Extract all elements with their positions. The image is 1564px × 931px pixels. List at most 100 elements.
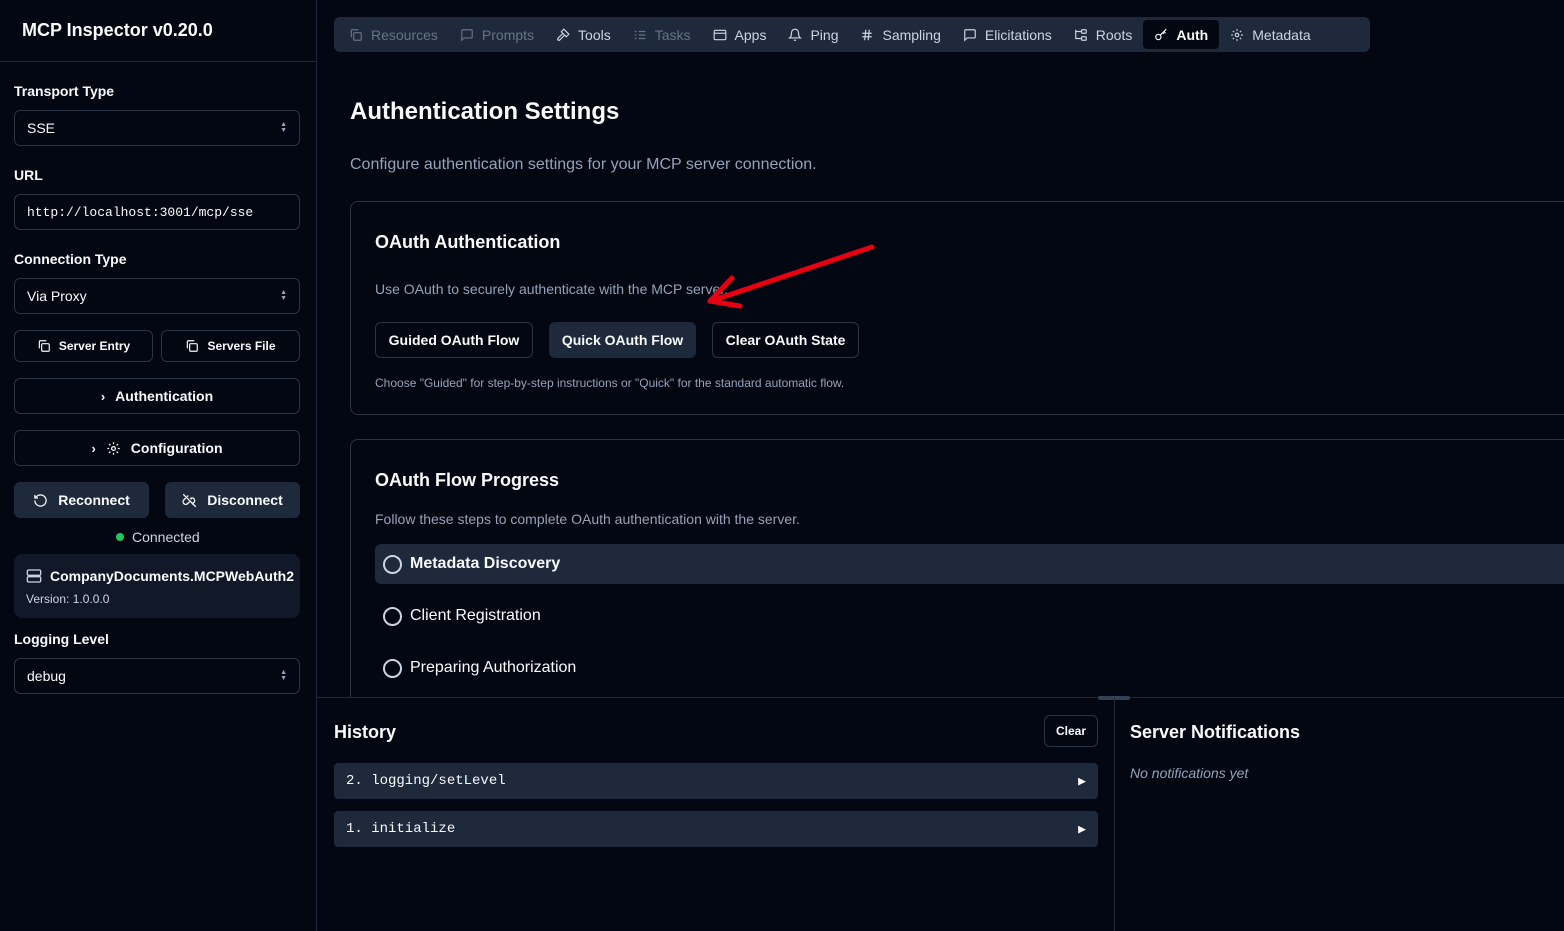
annotation-arrow-icon xyxy=(707,244,875,309)
configuration-label: Configuration xyxy=(130,440,223,456)
sidebar: MCP Inspector v0.20.0 Transport Type SSE… xyxy=(0,0,317,931)
chevron-right-icon: › xyxy=(100,388,106,404)
history-item-label: 2. logging/setLevel xyxy=(346,773,506,789)
key-icon xyxy=(1155,28,1168,40)
hammer-icon xyxy=(557,27,570,41)
chevron-up-down-icon: ▲ ▼ xyxy=(280,289,287,302)
logging-level-value: debug xyxy=(27,668,66,684)
history-item[interactable]: 2. logging/setLevel ▶ xyxy=(334,763,1098,799)
disconnect-button[interactable]: Disconnect xyxy=(165,482,300,518)
bell-icon xyxy=(788,28,803,41)
history-item-label: 1. initialize xyxy=(346,821,456,837)
server-icon xyxy=(26,569,42,583)
url-label: URL xyxy=(14,167,43,183)
message-icon xyxy=(461,28,473,42)
message-icon xyxy=(964,28,976,42)
tab-label: Resources xyxy=(371,26,438,43)
tab-label: Metadata xyxy=(1252,26,1311,43)
circle-icon xyxy=(383,658,402,678)
authentication-toggle[interactable]: › Authentication xyxy=(14,378,300,414)
circle-icon xyxy=(383,554,402,574)
transport-type-select[interactable]: SSE ▲ ▼ xyxy=(14,110,300,146)
url-input[interactable]: http://localhost:3001/mcp/sse xyxy=(14,194,300,230)
play-icon: ▶ xyxy=(1078,773,1086,789)
disconnect-label: Disconnect xyxy=(207,492,283,508)
oauth-card-description: Use OAuth to securely authenticate with … xyxy=(375,281,729,297)
reconnect-label: Reconnect xyxy=(58,492,130,508)
step-label: Metadata Discovery xyxy=(410,555,561,572)
step-item: Preparing Authorization xyxy=(375,648,1564,688)
clear-oauth-button[interactable]: Clear OAuth State xyxy=(712,322,859,358)
bottom-panel: History Clear 2. logging/setLevel ▶ 1. i… xyxy=(317,696,1564,931)
logging-level-label: Logging Level xyxy=(14,631,109,647)
tab-label: Roots xyxy=(1095,26,1133,43)
tab-bar: Resources Prompts Tools Tasks Apps Ping … xyxy=(334,17,1370,52)
tab-auth[interactable]: Auth xyxy=(1143,20,1220,49)
circle-icon xyxy=(383,606,402,626)
folder-tree-icon xyxy=(1074,28,1087,41)
tab-apps[interactable]: Apps xyxy=(702,20,778,49)
transport-type-label: Transport Type xyxy=(14,83,115,99)
server-info-card: CompanyDocuments.MCPWebAuth2 Version: 1.… xyxy=(14,554,300,618)
notifications-empty: No notifications yet xyxy=(1130,765,1249,781)
oauth-progress-description: Follow these steps to complete OAuth aut… xyxy=(375,511,800,527)
tab-tools[interactable]: Tools xyxy=(545,20,622,49)
notifications-title: Server Notifications xyxy=(1130,722,1301,742)
reconnect-button[interactable]: Reconnect xyxy=(14,482,149,518)
status-dot xyxy=(116,533,124,541)
connection-type-label: Connection Type xyxy=(14,251,127,267)
chevron-up-down-icon: ▲ ▼ xyxy=(280,669,287,682)
panel-divider xyxy=(1114,698,1115,931)
gear-icon xyxy=(1231,28,1244,41)
tab-prompts[interactable]: Prompts xyxy=(449,20,545,49)
tab-label: Sampling xyxy=(882,26,941,43)
step-label: Preparing Authorization xyxy=(410,659,577,676)
connection-type-value: Via Proxy xyxy=(27,288,87,304)
history-item[interactable]: 1. initialize ▶ xyxy=(334,811,1098,847)
tab-ping[interactable]: Ping xyxy=(777,20,849,49)
servers-file-label: Servers File xyxy=(207,339,276,353)
step-item: Client Registration xyxy=(375,596,1564,636)
tab-label: Prompts xyxy=(481,26,535,43)
copy-icon xyxy=(38,340,50,352)
tab-label: Auth xyxy=(1176,26,1209,43)
server-entry-button[interactable]: Server Entry xyxy=(14,330,153,362)
tab-metadata[interactable]: Metadata xyxy=(1219,20,1321,49)
tab-label: Tasks xyxy=(654,26,691,43)
tab-label: Tools xyxy=(578,26,611,43)
gear-icon xyxy=(107,441,120,455)
tab-label: Ping xyxy=(810,26,839,43)
page-title: Authentication Settings xyxy=(350,98,620,125)
tab-roots[interactable]: Roots xyxy=(1063,20,1144,49)
servers-file-button[interactable]: Servers File xyxy=(161,330,300,362)
play-icon: ▶ xyxy=(1078,821,1086,837)
oauth-card-note: Choose "Guided" for step-by-step instruc… xyxy=(375,376,845,390)
transport-type-value: SSE xyxy=(27,120,56,136)
step-item: Metadata Discovery xyxy=(375,544,1564,584)
history-title: History xyxy=(334,722,397,742)
tab-elicitations[interactable]: Elicitations xyxy=(952,20,1063,49)
oauth-card-title: OAuth Authentication xyxy=(375,232,561,252)
chevron-up-down-icon: ▲ ▼ xyxy=(280,121,287,134)
oauth-progress-title: OAuth Flow Progress xyxy=(375,470,560,490)
copy-icon xyxy=(350,28,362,41)
authentication-label: Authentication xyxy=(115,388,214,404)
clear-history-button[interactable]: Clear xyxy=(1044,715,1098,747)
server-entry-label: Server Entry xyxy=(58,339,131,353)
logging-level-select[interactable]: debug ▲ ▼ xyxy=(14,658,300,694)
configuration-toggle[interactable]: › Configuration xyxy=(14,430,300,466)
guided-oauth-button[interactable]: Guided OAuth Flow xyxy=(375,322,533,358)
status-text: Connected xyxy=(132,529,200,545)
quick-oauth-button[interactable]: Quick OAuth Flow xyxy=(549,322,696,358)
tab-resources[interactable]: Resources xyxy=(338,20,449,49)
page-description: Configure authentication settings for yo… xyxy=(350,156,817,173)
tab-sampling[interactable]: Sampling xyxy=(849,20,951,49)
app-header: MCP Inspector v0.20.0 xyxy=(0,0,316,62)
tab-tasks[interactable]: Tasks xyxy=(622,20,702,49)
oauth-progress-card: OAuth Flow Progress Follow these steps t… xyxy=(350,439,1564,739)
chevron-right-icon: › xyxy=(91,440,96,456)
app-window-icon xyxy=(713,29,726,40)
connection-type-select[interactable]: Via Proxy ▲ ▼ xyxy=(14,278,300,314)
server-name: CompanyDocuments.MCPWebAuth2 xyxy=(50,568,294,584)
rotate-icon xyxy=(34,493,47,507)
